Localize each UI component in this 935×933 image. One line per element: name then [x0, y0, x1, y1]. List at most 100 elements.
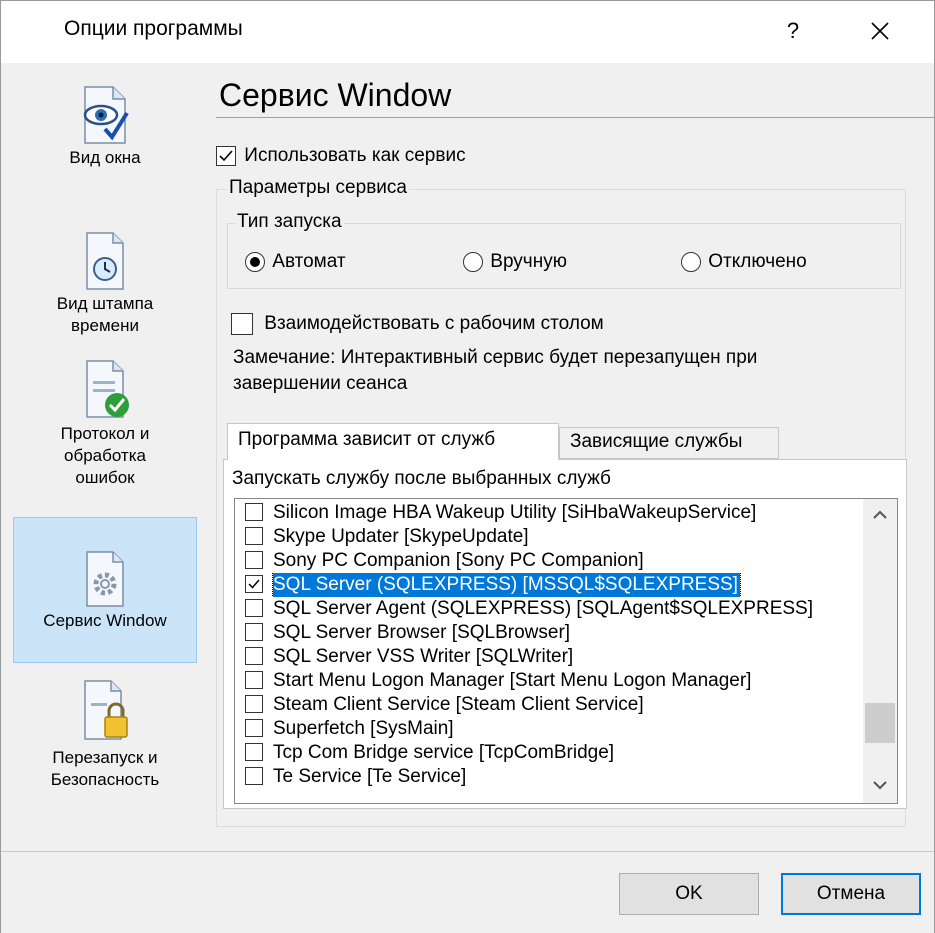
list-item[interactable]: SQL Server VSS Writer [SQLWriter]: [235, 645, 863, 669]
service-name: Steam Client Service [Steam Client Servi…: [273, 694, 644, 715]
service-checkbox[interactable]: [245, 598, 263, 617]
services-listbox[interactable]: Silicon Image HBA Wakeup Utility [SiHbaW…: [234, 498, 898, 804]
sidebar: Вид окна Вид штампа времени Протокол и о…: [1, 63, 201, 851]
sidebar-item-label-line2: времени: [71, 316, 139, 335]
startup-radio-auto[interactable]: Автомат: [245, 251, 346, 273]
service-name: SQL Server Browser [SQLBrowser]: [273, 622, 571, 643]
tab-depends-on[interactable]: Программа зависит от служб: [227, 423, 559, 460]
radio-manual[interactable]: [463, 251, 483, 272]
tab-dependent-services[interactable]: Зависящие службы: [559, 427, 779, 459]
service-checkbox[interactable]: [245, 670, 263, 689]
use-as-service-checkbox-row[interactable]: Использовать как сервис: [216, 145, 466, 167]
note-line-1: Замечание: Интерактивный сервис будет пе…: [233, 347, 758, 368]
list-item[interactable]: Te Service [Te Service]: [235, 765, 863, 789]
sidebar-item-label-line3: ошибок: [75, 468, 135, 487]
eye-document-icon: [83, 86, 129, 144]
list-item[interactable]: Sony PC Companion [Sony PC Companion]: [235, 549, 863, 573]
scroll-thumb[interactable]: [865, 703, 895, 743]
service-name: Silicon Image HBA Wakeup Utility [SiHbaW…: [273, 502, 757, 523]
options-dialog: Опции программы ? Вид окна Вид штампа вр…: [0, 0, 935, 933]
dialog-footer: OK Отмена: [1, 851, 934, 933]
interact-desktop-checkbox[interactable]: [231, 313, 253, 335]
startup-radio-disabled[interactable]: Отключено: [681, 251, 807, 273]
list-item[interactable]: SQL Server Agent (SQLEXPRESS) [SQLAgent$…: [235, 597, 863, 621]
list-caption: Запускать службу после выбранных служб: [232, 468, 611, 489]
scroll-up-button[interactable]: [863, 499, 897, 533]
scrollbar[interactable]: [863, 499, 897, 803]
service-checkbox[interactable]: [245, 766, 263, 785]
service-name: Te Service [Te Service]: [273, 766, 467, 787]
sidebar-item-label: Вид окна: [69, 148, 141, 167]
list-item[interactable]: Superfetch [SysMain]: [235, 717, 863, 741]
check-icon: [248, 579, 260, 589]
sidebar-item-label: Протокол и: [60, 424, 150, 443]
close-button[interactable]: [853, 9, 907, 53]
interact-desktop-label: Взаимодействовать с рабочим столом: [264, 313, 604, 335]
service-name: SQL Server (SQLEXPRESS) [MSSQL$SQLEXPRES…: [272, 573, 741, 597]
sidebar-item-logging[interactable]: Протокол и обработка ошибок: [13, 355, 197, 505]
service-name: Tcp Com Bridge service [TcpComBridge]: [273, 742, 615, 763]
service-checkbox[interactable]: [245, 694, 263, 713]
radio-disabled[interactable]: [681, 251, 701, 272]
tab-page: Запускать службу после выбранных служб S…: [223, 459, 907, 809]
list-item[interactable]: Start Menu Logon Manager [Start Menu Log…: [235, 669, 863, 693]
sidebar-item-window-view[interactable]: Вид окна: [13, 83, 197, 191]
sidebar-item-windows-service[interactable]: Сервис Window: [13, 517, 197, 663]
heading-divider: [216, 117, 934, 118]
service-checkbox[interactable]: [245, 742, 263, 761]
service-name: Sony PC Companion [Sony PC Companion]: [273, 550, 644, 571]
check-icon: [219, 150, 233, 162]
sidebar-item-label: Сервис Window: [43, 611, 167, 630]
service-note: Замечание: Интерактивный сервис будет пе…: [233, 345, 873, 397]
startup-type-legend: Тип запуска: [235, 211, 344, 233]
list-item[interactable]: Silicon Image HBA Wakeup Utility [SiHbaW…: [235, 501, 863, 525]
radio-auto-label: Автомат: [272, 251, 346, 272]
sidebar-item-label-line2: Безопасность: [50, 770, 160, 789]
service-params-legend: Параметры сервиса: [227, 177, 409, 199]
sidebar-item-label: Вид штампа: [56, 294, 154, 313]
scroll-down-button[interactable]: [863, 769, 897, 803]
chevron-down-icon: [873, 781, 887, 790]
radio-disabled-label: Отключено: [708, 251, 807, 272]
service-checkbox[interactable]: [245, 526, 263, 545]
radio-auto[interactable]: [245, 251, 265, 272]
service-name: Skype Updater [SkypeUpdate]: [273, 526, 529, 547]
service-checkbox[interactable]: [245, 622, 263, 641]
page-title: Сервис Window: [219, 77, 452, 113]
list-item[interactable]: SQL Server (SQLEXPRESS) [MSSQL$SQLEXPRES…: [235, 573, 863, 597]
interact-desktop-checkbox-row[interactable]: Взаимодействовать с рабочим столом: [231, 313, 604, 335]
window-title: Опции программы: [64, 17, 243, 40]
startup-radio-manual[interactable]: Вручную: [463, 251, 567, 273]
check-document-icon: [86, 360, 129, 418]
service-name: Start Menu Logon Manager [Start Menu Log…: [273, 670, 752, 691]
title-bar: Опции программы ?: [1, 1, 934, 63]
service-checkbox[interactable]: [245, 550, 263, 569]
chevron-up-icon: [873, 510, 887, 519]
sidebar-item-label-line2: обработка: [64, 446, 146, 465]
sidebar-item-restart-security[interactable]: Перезапуск и Безопасность: [13, 677, 197, 807]
service-name: SQL Server Agent (SQLEXPRESS) [SQLAgent$…: [273, 598, 813, 619]
service-name: Superfetch [SysMain]: [273, 718, 454, 739]
lock-document-icon: [84, 680, 128, 740]
list-item[interactable]: Tcp Com Bridge service [TcpComBridge]: [235, 741, 863, 765]
list-item[interactable]: Steam Client Service [Steam Client Servi…: [235, 693, 863, 717]
service-checkbox[interactable]: [245, 574, 263, 593]
radio-manual-label: Вручную: [490, 251, 567, 272]
cancel-button[interactable]: Отмена: [781, 873, 921, 915]
close-icon: [871, 22, 889, 40]
sidebar-item-timestamp[interactable]: Вид штампа времени: [13, 229, 197, 355]
dialog-body: Вид окна Вид штампа времени Протокол и о…: [1, 63, 934, 851]
ok-button[interactable]: OK: [619, 873, 759, 915]
service-checkbox[interactable]: [245, 502, 263, 521]
clock-document-icon: [86, 232, 124, 290]
service-checkbox[interactable]: [245, 646, 263, 665]
list-item[interactable]: Skype Updater [SkypeUpdate]: [235, 525, 863, 549]
help-button[interactable]: ?: [769, 9, 817, 53]
sidebar-item-label: Перезапуск и: [52, 748, 158, 767]
list-item[interactable]: SQL Server Browser [SQLBrowser]: [235, 621, 863, 645]
service-name: SQL Server VSS Writer [SQLWriter]: [273, 646, 574, 667]
service-checkbox[interactable]: [245, 718, 263, 737]
note-line-2: завершении сеанса: [233, 373, 408, 394]
use-as-service-checkbox[interactable]: [216, 145, 236, 166]
gear-document-icon: [86, 551, 124, 607]
